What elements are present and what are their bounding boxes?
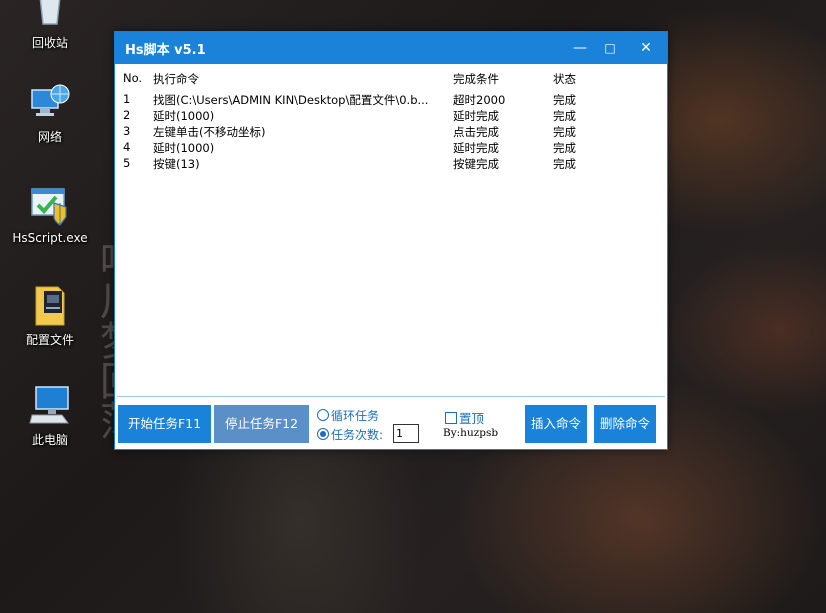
pin-on-top-checkbox[interactable]: 置顶 xyxy=(445,408,484,427)
window-title: Hs脚本 v5.1 xyxy=(125,43,206,58)
row-command: 左键单击(不移动坐标) xyxy=(153,125,266,139)
row-condition: 延时完成 xyxy=(453,109,499,123)
list-item[interactable]: 4 延时(1000) 延时完成 完成 xyxy=(117,140,665,156)
row-status: 完成 xyxy=(553,109,576,123)
row-command: 按键(13) xyxy=(153,157,200,171)
list-item[interactable]: 1 找图(C:\Users\ADMIN KIN\Desktop\配置文件\0.b… xyxy=(117,92,665,108)
application-icon xyxy=(28,183,72,227)
pin-label: 置顶 xyxy=(459,411,485,426)
stop-task-button[interactable]: 停止任务F12 xyxy=(214,405,309,443)
row-no: 4 xyxy=(123,140,131,154)
row-command: 延时(1000) xyxy=(153,109,215,123)
minimize-button[interactable]: — xyxy=(563,32,597,64)
computer-icon xyxy=(28,383,72,427)
radio-unchecked-icon xyxy=(317,409,329,421)
desktop-icon-config-folder[interactable]: 配置文件 xyxy=(5,283,95,348)
loop-task-radio[interactable]: 循环任务 xyxy=(317,407,379,424)
task-count-radio[interactable]: 任务次数: xyxy=(317,426,383,443)
desktop-icon-label: HsScript.exe xyxy=(12,231,88,245)
task-count-input[interactable]: 1 xyxy=(393,424,419,443)
row-no: 1 xyxy=(123,92,131,106)
desktop-icon-this-pc[interactable]: 此电脑 xyxy=(5,383,95,448)
desktop-icon-hsscript[interactable]: HsScript.exe xyxy=(5,183,95,245)
row-status: 完成 xyxy=(553,141,576,155)
row-status: 完成 xyxy=(553,125,576,139)
folder-icon xyxy=(28,283,72,327)
network-icon xyxy=(28,80,72,124)
author-credit: By:huzpsb xyxy=(443,427,499,439)
row-no: 2 xyxy=(123,108,131,122)
row-no: 3 xyxy=(123,124,131,138)
row-condition: 延时完成 xyxy=(453,141,499,155)
desktop-icon-label: 网络 xyxy=(37,130,62,144)
list-item[interactable]: 3 左键单击(不移动坐标) 点击完成 完成 xyxy=(117,124,665,140)
desktop-icon-label: 配置文件 xyxy=(25,333,74,347)
column-header-condition[interactable]: 完成条件 xyxy=(453,71,499,87)
desktop-icon-recycle-bin[interactable]: 回收站 xyxy=(5,0,95,51)
column-header-no[interactable]: No. xyxy=(123,71,142,85)
desktop-icon-label: 此电脑 xyxy=(31,433,68,447)
insert-command-button[interactable]: 插入命令 xyxy=(525,405,587,443)
row-condition: 点击完成 xyxy=(453,125,499,139)
recycle-bin-icon xyxy=(28,0,72,30)
task-count-label: 任务次数: xyxy=(331,428,384,442)
row-status: 完成 xyxy=(553,157,576,171)
close-button[interactable]: ✕ xyxy=(629,32,663,64)
row-command: 延时(1000) xyxy=(153,141,215,155)
window-titlebar[interactable]: Hs脚本 v5.1 — □ ✕ xyxy=(115,32,667,64)
list-item[interactable]: 5 按键(13) 按键完成 完成 xyxy=(117,156,665,172)
command-list[interactable]: No. 执行命令 完成条件 状态 1 找图(C:\Users\ADMIN KIN… xyxy=(117,66,665,397)
checkbox-icon xyxy=(445,412,457,424)
row-command: 找图(C:\Users\ADMIN KIN\Desktop\配置文件\0.b..… xyxy=(153,93,429,107)
start-task-button[interactable]: 开始任务F11 xyxy=(118,405,211,443)
list-item[interactable]: 2 延时(1000) 延时完成 完成 xyxy=(117,108,665,124)
loop-task-label: 循环任务 xyxy=(331,409,380,423)
row-status: 完成 xyxy=(553,93,576,107)
row-no: 5 xyxy=(123,156,131,170)
list-header: No. 执行命令 完成条件 状态 xyxy=(117,71,665,87)
desktop-icon-network[interactable]: 网络 xyxy=(5,80,95,145)
delete-command-button[interactable]: 删除命令 xyxy=(594,405,656,443)
control-panel: 开始任务F11 停止任务F12 循环任务 任务次数: 1 置顶 By:huzps… xyxy=(115,398,667,449)
column-header-command[interactable]: 执行命令 xyxy=(153,71,199,87)
row-condition: 按键完成 xyxy=(453,157,499,171)
maximize-button[interactable]: □ xyxy=(593,32,627,64)
row-condition: 超时2000 xyxy=(453,93,506,107)
column-header-status[interactable]: 状态 xyxy=(553,71,576,87)
radio-checked-icon xyxy=(317,428,329,440)
hs-script-window: Hs脚本 v5.1 — □ ✕ No. 执行命令 完成条件 状态 1 找图(C:… xyxy=(114,31,668,450)
desktop-icon-label: 回收站 xyxy=(31,36,68,50)
